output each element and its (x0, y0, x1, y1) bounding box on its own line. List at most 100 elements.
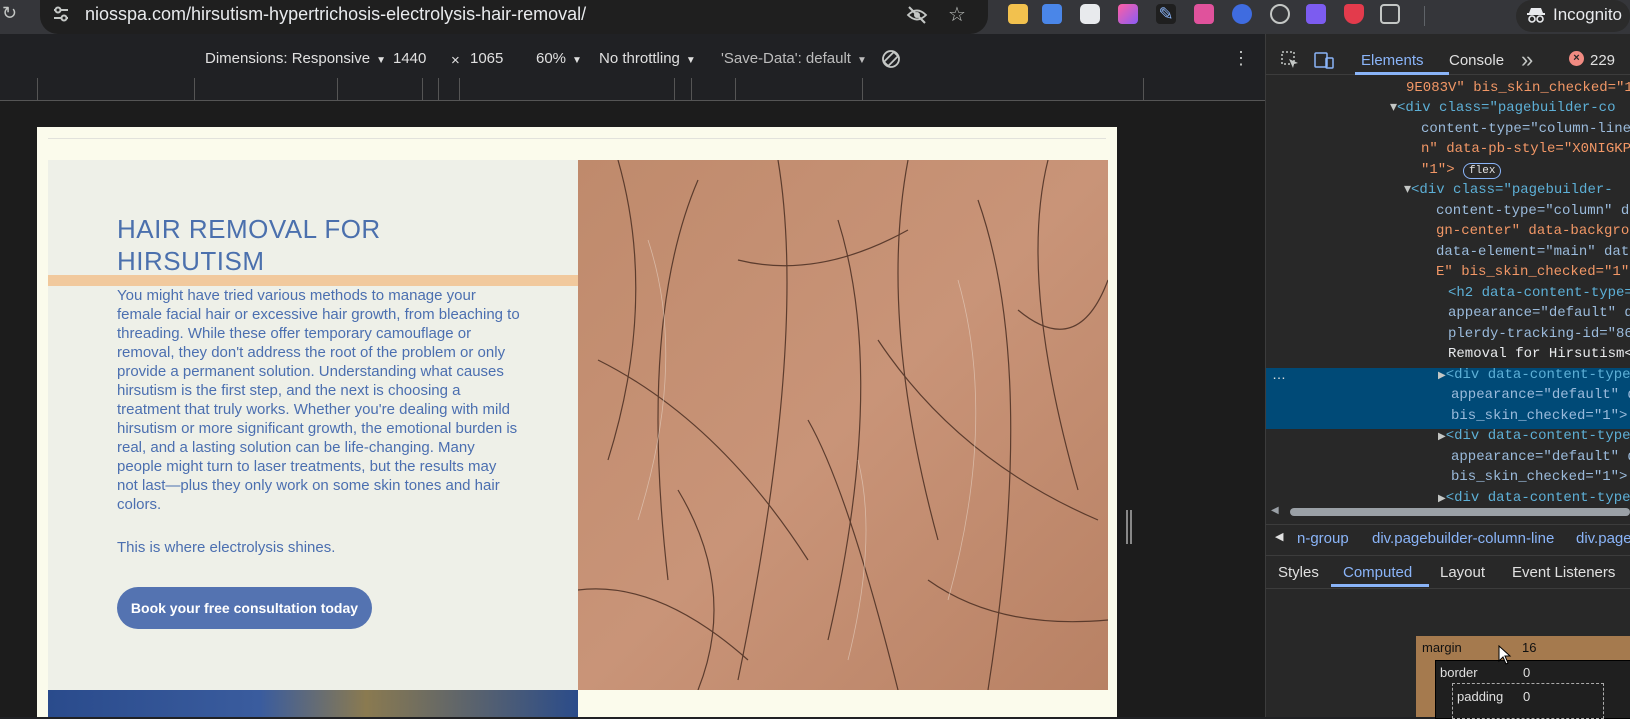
reload-icon[interactable]: ↻ (2, 3, 17, 24)
eyedropper-icon[interactable]: ✎ (1156, 4, 1176, 24)
width-input[interactable]: 1440 (393, 50, 426, 67)
dom-line[interactable]: n" data-pb-style="X0NIGKP" (1421, 139, 1630, 160)
extension-shield-icon[interactable] (1344, 4, 1364, 24)
breadcrumb-item[interactable]: n-group (1297, 530, 1349, 547)
margin-value[interactable]: 16 (1522, 640, 1536, 655)
extension-docs-icon[interactable] (1042, 4, 1062, 24)
ruler-tick (422, 78, 423, 100)
toolbar-divider (1424, 6, 1425, 26)
save-data-label: 'Save-Data': default (721, 50, 851, 67)
intro-paragraph: You might have tried various methods to … (117, 287, 520, 513)
dom-line[interactable]: <h2 data-content-type= (1448, 283, 1630, 304)
inspect-element-icon[interactable] (1281, 51, 1299, 69)
extension-video-icon[interactable] (1194, 4, 1214, 24)
padding-value[interactable]: 0 (1523, 689, 1530, 704)
site-info-icon[interactable] (52, 5, 70, 23)
caret-down-icon: ▼ (572, 55, 582, 66)
dom-line[interactable]: bis_skin_checked="1"> (1451, 406, 1627, 427)
scroll-left-icon[interactable]: ◀ (1271, 505, 1279, 516)
subtab-event-listeners[interactable]: Event Listeners (1512, 564, 1615, 581)
dom-line[interactable]: gn-center" data-backgrou (1436, 221, 1630, 242)
border-value[interactable]: 0 (1523, 665, 1530, 680)
more-tabs-icon[interactable]: » (1521, 47, 1533, 73)
extension-camera-icon[interactable] (1080, 4, 1100, 24)
dom-line[interactable]: 9E083V" bis_skin_checked="1 (1406, 78, 1630, 99)
rotate-icon[interactable] (880, 48, 902, 70)
caret-down-icon: ▼ (376, 55, 386, 66)
media-query-ruler (0, 78, 1265, 101)
bookmark-star-icon[interactable]: ☆ (948, 2, 966, 27)
collapse-triangle-icon: ▶ (1438, 432, 1446, 443)
dom-line[interactable]: plerdy-tracking-id="86 (1448, 324, 1630, 345)
extension-color-icon[interactable] (1118, 4, 1138, 24)
dom-line[interactable]: ▶<div data-content-type (1438, 426, 1630, 449)
border-label: border (1440, 665, 1478, 680)
throttling-select[interactable]: No throttling ▼ (599, 50, 696, 67)
collapse-triangle-icon: ▶ (1438, 494, 1446, 504)
incognito-icon (1527, 8, 1545, 23)
dom-line[interactable]: data-element="main" data (1436, 242, 1630, 263)
subtab-computed[interactable]: Computed (1343, 564, 1412, 581)
dom-line[interactable]: ▾<div class="pagebuilder-co (1390, 98, 1615, 119)
extension-notes-icon[interactable] (1008, 4, 1028, 24)
breadcrumb-item[interactable]: div.pagebuilder-column-line (1372, 530, 1554, 547)
tab-elements[interactable]: Elements (1361, 52, 1424, 69)
save-data-select[interactable]: 'Save-Data': default ▼ (721, 50, 867, 67)
tab-console[interactable]: Console (1449, 52, 1504, 69)
error-icon: × (1569, 51, 1584, 66)
collapse-triangle-icon: ▶ (1438, 371, 1446, 382)
times-label: × (451, 52, 460, 69)
ruler-tick (459, 78, 460, 100)
zoom-label: 60% (536, 50, 567, 67)
ruler-tick (194, 78, 195, 100)
dom-line[interactable]: appearance="default" d (1451, 447, 1630, 468)
dom-line[interactable]: content-type="column" da (1436, 201, 1630, 222)
page-divider (48, 138, 1106, 139)
dom-line-text: <div data-content-type (1445, 490, 1630, 504)
scrollbar-thumb[interactable] (1290, 508, 1630, 516)
dom-line[interactable]: bis_skin_checked="1"> (1451, 467, 1627, 488)
device-toggle-icon[interactable] (1314, 51, 1334, 69)
breadcrumb-scroll-left-icon[interactable]: ◀ (1275, 530, 1283, 543)
extension-wave-icon[interactable] (1232, 4, 1252, 24)
ruler-tick (337, 78, 338, 100)
book-consultation-button[interactable]: Book your free consultation today (117, 587, 372, 629)
url-text[interactable]: niosspa.com/hirsutism-hypertrichosis-ele… (85, 4, 586, 25)
dom-line[interactable]: Removal for Hirsutism< (1448, 344, 1630, 365)
breadcrumb-item[interactable]: div.page (1576, 530, 1630, 547)
dom-line[interactable]: appearance="default" d (1448, 303, 1630, 324)
dom-line[interactable]: appearance="default" d (1451, 385, 1630, 406)
heading-line-2: HIRSUTISM (117, 246, 265, 276)
mouse-cursor-icon (1498, 645, 1512, 665)
dom-line-text: <div class="pagebuilder- (1411, 182, 1613, 198)
dom-line[interactable]: ▾<div class="pagebuilder- (1404, 180, 1613, 201)
caret-down-icon: ▼ (685, 55, 696, 66)
dimensions-select[interactable]: Dimensions: Responsive ▼ (205, 50, 386, 67)
subtab-styles[interactable]: Styles (1278, 564, 1319, 581)
dom-line[interactable]: content-type="column-line" (1421, 119, 1630, 140)
more-options-icon[interactable]: ⋮ (1232, 48, 1250, 69)
ruler-tick (674, 78, 675, 100)
dom-line[interactable]: "1"> flex (1421, 160, 1502, 181)
caret-down-icon: ▼ (856, 55, 867, 66)
extensions-puzzle-icon[interactable] (1380, 4, 1400, 24)
zoom-select[interactable]: 60% ▼ (536, 50, 582, 67)
compass-icon[interactable] (1270, 4, 1290, 24)
ruler-tick (691, 78, 692, 100)
dom-tree: 9E083V" bis_skin_checked="1 ▾<div class=… (1266, 76, 1630, 504)
padding-label: padding (1457, 689, 1504, 704)
next-section-image (48, 690, 578, 717)
ruler-tick (37, 78, 38, 100)
flex-badge[interactable]: flex (1463, 163, 1502, 179)
dom-line-text: <div data-content-type (1445, 367, 1630, 383)
extension-search-icon[interactable] (1306, 4, 1326, 24)
throttling-label: No throttling (599, 50, 680, 67)
dom-line[interactable]: ▶<div data-content-type (1438, 488, 1630, 504)
subtab-layout[interactable]: Layout (1440, 564, 1485, 581)
dom-line-text: <div data-content-type (1445, 428, 1630, 444)
height-input[interactable]: 1065 (470, 50, 503, 67)
error-count[interactable]: 229 (1590, 52, 1615, 69)
viewport-resize-handle[interactable] (1126, 510, 1132, 544)
dom-line[interactable]: E" bis_skin_checked="1"> (1436, 262, 1630, 283)
eye-off-icon[interactable] (906, 4, 928, 26)
